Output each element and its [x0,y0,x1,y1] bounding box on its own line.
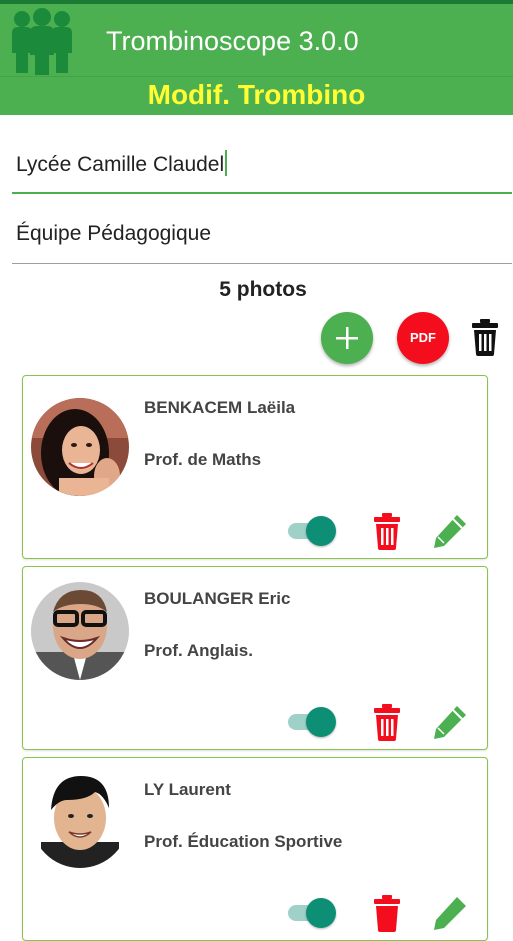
delete-all-trash-icon[interactable] [470,318,500,356]
delete-member-trash-icon[interactable] [372,703,402,741]
app-title: Trombinoscope 3.0.0 [106,26,359,56]
text-cursor [225,150,228,176]
edit-pencil-icon[interactable] [431,703,469,741]
member-role: Prof. Éducation Sportive [144,832,343,851]
member-name: LY Laurent [144,780,231,799]
edit-pencil-icon[interactable] [431,512,469,550]
member-card: BOULANGER Eric Prof. Anglais. [22,566,488,750]
visibility-toggle[interactable] [286,898,336,928]
member-name: BOULANGER Eric [144,589,291,608]
delete-member-trash-icon[interactable] [372,512,402,550]
member-card: BENKACEM Laëila Prof. de Maths [22,375,488,559]
subtitle-bar: Modif. Trombino [0,76,513,115]
member-role: Prof. Anglais. [144,641,253,660]
screen-subtitle: Modif. Trombino [147,79,366,110]
visibility-toggle[interactable] [286,516,336,546]
school-name-value: Lycée Camille Claudel [16,153,225,176]
team-name-field[interactable]: Équipe Pédagogique [12,222,512,264]
member-card: LY Laurent Prof. Éducation Sportive [22,757,488,941]
member-name: BENKACEM Laëila [144,398,296,417]
plus-icon [336,327,358,349]
photo-count: 5 photos [219,278,307,301]
app-bar: Trombinoscope 3.0.0 [0,4,513,76]
member-photo [31,770,129,868]
member-role: Prof. de Maths [144,450,262,469]
people-group-icon [12,8,72,75]
team-name-value: Équipe Pédagogique [16,222,212,245]
school-name-field[interactable]: Lycée Camille Claudel [12,150,512,194]
member-photo [31,398,129,496]
add-photo-button[interactable] [321,312,373,364]
member-photo [31,582,129,680]
visibility-toggle[interactable] [286,707,336,737]
export-pdf-button[interactable]: PDF [397,312,449,364]
